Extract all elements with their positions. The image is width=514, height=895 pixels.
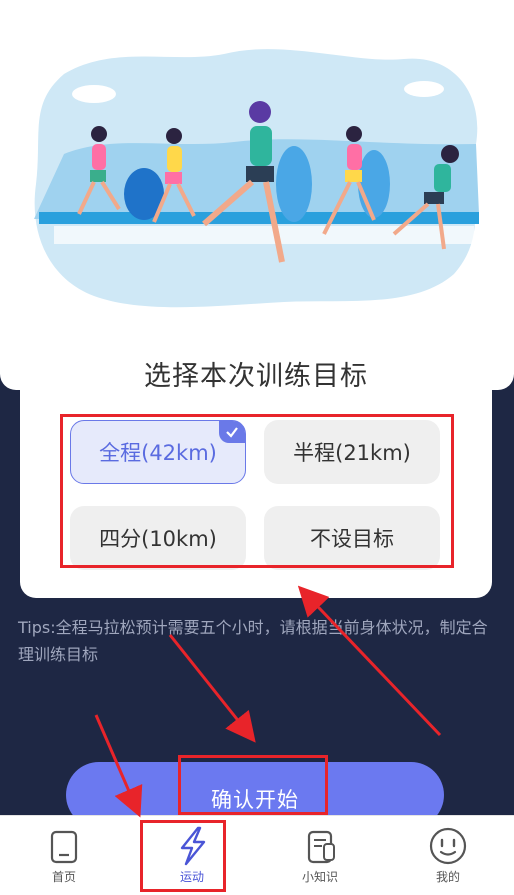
goal-option-label: 半程(21km) xyxy=(293,441,411,465)
goal-option-label: 全程(42km) xyxy=(99,441,217,465)
goal-option-full-marathon[interactable]: 全程(42km) xyxy=(70,420,246,484)
goal-card-title: 选择本次训练目标 xyxy=(144,361,368,392)
lightning-icon xyxy=(180,826,206,866)
confirm-start-label: 确认开始 xyxy=(211,788,299,812)
smile-face-icon xyxy=(429,827,467,865)
goal-card: 选择本次训练目标 全程(42km) 半程(21km) 四分(10km) 不设目标 xyxy=(20,320,492,598)
book-icon xyxy=(307,830,335,864)
tab-profile[interactable]: 我的 xyxy=(384,816,512,895)
tips-text: Tips:全程马拉松预计需要五个小时，请根据当前身体状况，制定合理训练目标 xyxy=(18,618,488,664)
tab-label: 我的 xyxy=(435,870,460,884)
home-icon xyxy=(50,830,78,864)
goal-option-half-marathon[interactable]: 半程(21km) xyxy=(264,420,440,484)
goal-option-10km[interactable]: 四分(10km) xyxy=(70,506,246,570)
tab-label: 首页 xyxy=(51,870,76,884)
runners-illustration xyxy=(34,49,479,308)
goal-option-label: 四分(10km) xyxy=(99,527,217,551)
goal-option-label: 不设目标 xyxy=(310,527,394,551)
tab-home[interactable]: 首页 xyxy=(0,816,128,895)
goal-option-no-goal[interactable]: 不设目标 xyxy=(264,506,440,570)
tab-label: 运动 xyxy=(179,870,204,884)
tab-label: 小知识 xyxy=(301,870,338,884)
checkmark-icon xyxy=(219,421,245,443)
tab-sport[interactable]: 运动 xyxy=(128,816,256,895)
tab-knowledge[interactable]: 小知识 xyxy=(256,816,384,895)
bottom-tab-bar: 首页 运动 小知识 我的 xyxy=(0,815,514,895)
